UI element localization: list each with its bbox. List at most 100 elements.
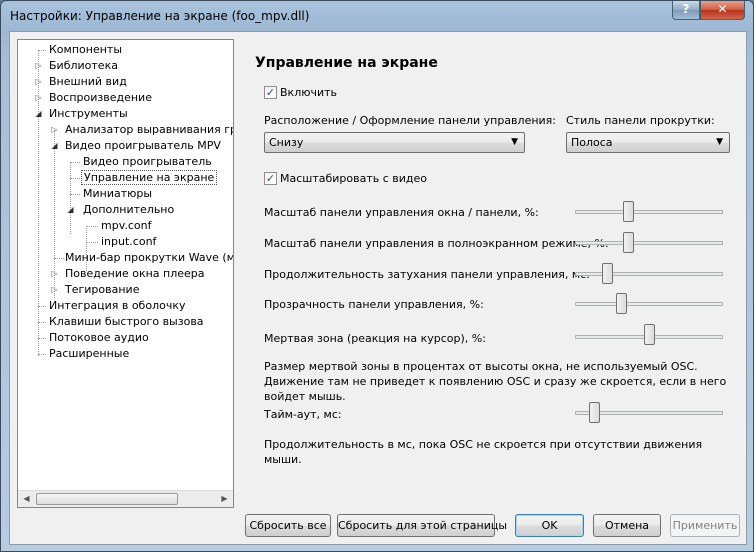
window-title: Настройки: Управление на экране (foo_mpv… [10, 9, 310, 23]
tree-item-mpv-video-player[interactable]: Видео проигрыватель MPV [63, 138, 223, 154]
reset-all-button[interactable]: Сбросить все [245, 514, 331, 537]
expand-arrow-icon[interactable]: ▷ [34, 90, 43, 106]
transparency-slider[interactable] [616, 293, 628, 314]
timeout-label: Тайм-аут, мс: [264, 408, 342, 421]
tree-item-label: mpv.conf [101, 219, 152, 232]
position-dropdown[interactable]: Снизу ▼ [264, 132, 525, 153]
help-button[interactable]: ? [672, 1, 700, 20]
tree-connector [38, 50, 46, 51]
scroll-style-dropdown-value: Полоса [571, 136, 613, 149]
collapse-arrow-icon[interactable]: ◢ [66, 202, 75, 218]
tree-item-tagging[interactable]: Тегирование [63, 282, 141, 298]
tree-item-label: Поведение окна плеера [65, 267, 205, 280]
tree-connector [70, 194, 80, 195]
tree-item-library[interactable]: Библиотека [47, 58, 120, 74]
tree-item-streaming-audio[interactable]: Потоковое аудио [47, 330, 151, 346]
tree-item-appearance[interactable]: Внешний вид [47, 74, 129, 90]
reset-page-button[interactable]: Сбросить для этой страницы [337, 514, 507, 537]
tree-item-label: Потоковое аудио [49, 331, 149, 344]
tree-item-label: Внешний вид [49, 75, 127, 88]
tree-connector [38, 306, 46, 307]
scale-with-video-checkbox[interactable]: ✓ [264, 172, 277, 185]
slider-track[interactable] [575, 302, 723, 306]
scroll-left-icon[interactable]: ◀ [18, 491, 35, 507]
scroll-right-icon[interactable]: ▶ [216, 491, 233, 507]
deadzone-description: Размер мертвой зоны в процентах от высот… [264, 360, 727, 403]
tree-item-advanced-mpv[interactable]: Дополнительно [81, 202, 176, 218]
tree-item-video-player[interactable]: Видео проигрыватель [81, 154, 214, 170]
window-scale-slider[interactable] [622, 201, 634, 222]
tree-item-window-behavior[interactable]: Поведение окна плеера [63, 266, 207, 282]
tree-connector [70, 178, 80, 179]
fade-duration-slider[interactable] [602, 263, 614, 284]
timeout-description: Продолжительность в мс, пока OSC не скро… [264, 438, 703, 466]
expand-arrow-icon[interactable]: ▷ [50, 122, 59, 138]
slider-track[interactable] [575, 210, 723, 214]
apply-button[interactable]: Применить [670, 514, 740, 537]
tree-item-components[interactable]: Компоненты [47, 42, 124, 58]
expand-arrow-icon[interactable]: ▷ [50, 282, 59, 298]
slider-label-fade-duration: Продолжительность затухания панели управ… [264, 268, 590, 281]
tree-item-label: Интеграция в оболочку [49, 299, 186, 312]
collapse-arrow-icon[interactable]: ◢ [50, 138, 59, 154]
tree-item-shell-integration[interactable]: Интеграция в оболочку [47, 298, 188, 314]
scale-with-video-label: Масштабировать с видео [280, 172, 428, 185]
tree-item-label: Тегирование [65, 283, 140, 296]
enable-checkbox[interactable]: ✓ [264, 86, 277, 99]
slider-track[interactable] [575, 272, 723, 276]
position-dropdown-value: Снизу [269, 136, 304, 149]
tree-item-label: Дополнительно [83, 203, 175, 216]
position-label: Расположение / Оформление панели управле… [264, 114, 557, 127]
tree-item-label: Мини-бар прокрутки Wave (мод) [65, 251, 234, 264]
tree-item-label: Видео проигрыватель MPV [65, 139, 221, 152]
ok-button[interactable]: OK [515, 514, 584, 537]
tree-item-keyboard-shortcuts[interactable]: Клавиши быстрого вызова [47, 314, 206, 330]
cancel-button[interactable]: Отмена [593, 514, 661, 537]
tree-item-label: Инструменты [49, 107, 128, 120]
horizontal-scrollbar[interactable]: ◀ ▶ [18, 490, 233, 507]
slider-track[interactable] [575, 241, 723, 245]
tree-item-osc[interactable]: Управление на экране [81, 170, 218, 186]
tree-item-label: input.conf [101, 235, 157, 248]
expand-arrow-icon[interactable]: ▷ [34, 58, 43, 74]
tree-connector [38, 354, 46, 355]
tree-item-thumbnails[interactable]: Миниатюры [81, 186, 154, 202]
tree-item-label: Анализатор выравнивания громкос [65, 123, 233, 136]
deadzone-slider[interactable] [643, 324, 655, 345]
tree-item-replaygain-scanner[interactable]: Анализатор выравнивания громкос [63, 122, 233, 138]
title-bar[interactable]: Настройки: Управление на экране (foo_mpv… [1, 1, 753, 31]
expand-arrow-icon[interactable]: ▷ [50, 266, 59, 282]
slider-label-deadzone: Мертвая зона (реакция на курсор), %: [264, 332, 486, 345]
tree-item-label: Библиотека [49, 59, 118, 72]
tree-connector [70, 162, 80, 163]
preferences-tree[interactable]: Компоненты ▷ Библиотека ▷ Внешний вид ▷ … [17, 39, 234, 508]
tree-item-waveform-minibar[interactable]: Мини-бар прокрутки Wave (мод) [63, 250, 234, 266]
timeout-slider[interactable] [588, 402, 600, 423]
tree-connector [86, 226, 98, 227]
tree-item-tools[interactable]: Инструменты [47, 106, 130, 122]
settings-panel: Управление на экране ✓ Включить Располож… [242, 32, 747, 512]
slider-label-window-scale: Масштаб панели управления окна / панели,… [264, 206, 539, 219]
tree-item-label: Миниатюры [83, 187, 153, 200]
tree-item-playback[interactable]: Воспроизведение [47, 90, 154, 106]
expand-arrow-icon[interactable]: ▷ [34, 74, 43, 90]
tree-item-label: Компоненты [49, 43, 123, 56]
tree-item-label: Расширенные [49, 347, 130, 360]
tree-item-advanced[interactable]: Расширенные [47, 346, 131, 362]
tree-item-label: Видео проигрыватель [83, 155, 212, 168]
scrollbar-thumb[interactable] [36, 493, 178, 505]
tree-item-label: Управление на экране [81, 170, 218, 185]
tree-connector [38, 338, 46, 339]
close-button[interactable]: ✕ [700, 1, 745, 20]
scroll-style-dropdown[interactable]: Полоса ▼ [566, 132, 730, 153]
preferences-window: Настройки: Управление на экране (foo_mpv… [0, 0, 754, 552]
dropdown-arrow-icon: ▼ [716, 137, 723, 147]
tree-item-label: Воспроизведение [49, 91, 152, 104]
tree-item-input-conf[interactable]: input.conf [99, 234, 158, 250]
collapse-arrow-icon[interactable]: ◢ [34, 106, 43, 122]
scroll-style-label: Стиль панели прокрутки: [566, 114, 715, 127]
slider-label-transparency: Прозрачность панели управления, %: [264, 298, 484, 311]
tree-item-mpv-conf[interactable]: mpv.conf [99, 218, 153, 234]
fullscreen-scale-slider[interactable] [622, 232, 634, 253]
slider-label-fullscreen-scale: Масштаб панели управления в полноэкранно… [264, 237, 609, 250]
